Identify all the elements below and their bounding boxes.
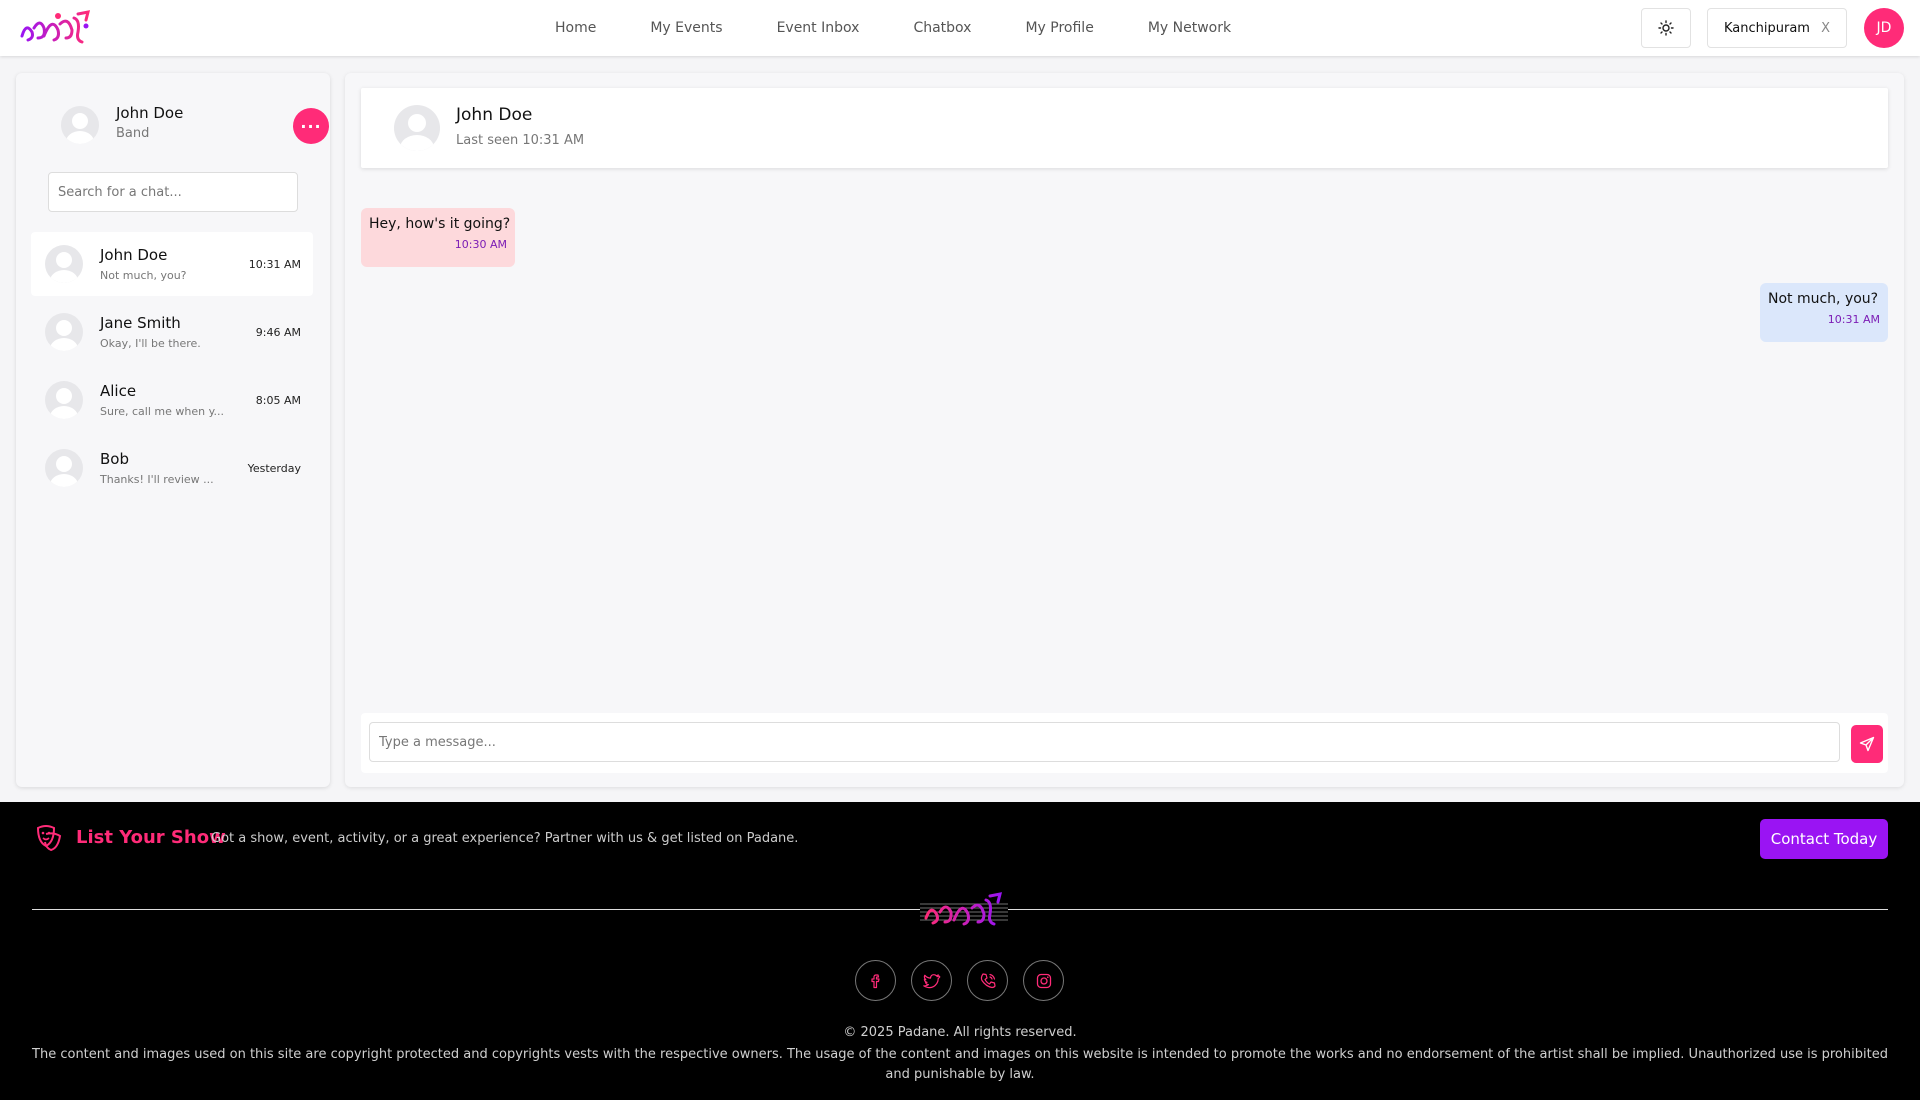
conversation-panel: John Doe Last seen 10:31 AM Hey, how's i…	[345, 73, 1904, 787]
nav-home[interactable]: Home	[528, 20, 623, 36]
avatar	[45, 245, 83, 283]
facebook-icon	[870, 973, 880, 988]
instagram-link[interactable]	[1023, 960, 1064, 1001]
theme-toggle-button[interactable]	[1641, 8, 1691, 48]
chat-item-jane-smith[interactable]: Jane Smith Okay, I'll be there. 9:46 AM	[31, 300, 313, 364]
twitter-link[interactable]	[911, 960, 952, 1001]
footer-logo	[920, 892, 1008, 926]
chat-item-time: 8:05 AM	[255, 394, 301, 407]
current-user-row: John Doe Band ···	[44, 102, 329, 150]
avatar	[394, 105, 440, 151]
chat-item-preview: Thanks! I'll review ...	[100, 473, 214, 486]
nav-chatbox[interactable]: Chatbox	[886, 20, 998, 36]
social-links	[855, 960, 1064, 1001]
phone-icon	[980, 972, 996, 988]
chat-item-time: 10:31 AM	[248, 258, 301, 271]
conversation-header: John Doe Last seen 10:31 AM	[361, 88, 1888, 168]
facebook-link[interactable]	[855, 960, 896, 1001]
conversation-contact-name: John Doe	[456, 105, 533, 125]
chat-sidebar: John Doe Band ··· John Doe Not much, you…	[16, 73, 330, 787]
chat-item-time: Yesterday	[247, 462, 301, 475]
location-clear-button[interactable]: X	[1821, 21, 1830, 36]
footer-divider	[32, 909, 920, 910]
message-text: Hey, how's it going?	[369, 216, 511, 232]
chat-item-time: 9:46 AM	[255, 326, 301, 339]
chat-item-preview: Sure, call me when y...	[100, 405, 225, 418]
twitter-icon	[922, 973, 940, 988]
chat-item-name: Alice	[100, 382, 137, 400]
footer-divider	[1008, 909, 1888, 910]
current-user-name: John Doe	[116, 104, 184, 122]
send-button[interactable]	[1851, 725, 1883, 763]
copyright-text: © 2025 Padane. All rights reserved.	[843, 1025, 1077, 1040]
padane-logo[interactable]	[18, 6, 94, 50]
message-time: 10:30 AM	[454, 238, 507, 251]
location-name: Kanchipuram	[1724, 20, 1810, 36]
contact-today-button[interactable]: Contact Today	[1760, 819, 1888, 859]
chat-item-preview: Not much, you?	[100, 269, 187, 282]
location-chip[interactable]: Kanchipuram X	[1707, 8, 1847, 48]
disclaimer-text: The content and images used on this site…	[32, 1047, 1888, 1082]
message-text: Not much, you?	[1768, 291, 1879, 307]
last-seen-status: Last seen 10:31 AM	[456, 133, 585, 148]
message-composer	[361, 713, 1888, 773]
chat-item-alice[interactable]: Alice Sure, call me when y... 8:05 AM	[31, 368, 313, 432]
main-nav: Home My Events Event Inbox Chatbox My Pr…	[528, 0, 1258, 56]
avatar	[45, 313, 83, 351]
phone-link[interactable]	[967, 960, 1008, 1001]
chat-item-name: Bob	[100, 450, 129, 468]
avatar	[45, 449, 83, 487]
current-user-role: Band	[116, 126, 150, 141]
message-incoming: Hey, how's it going? 10:30 AM	[361, 208, 515, 267]
chat-item-bob[interactable]: Bob Thanks! I'll review ... Yesterday	[31, 436, 313, 500]
avatar	[61, 106, 99, 144]
instagram-icon	[1036, 973, 1051, 988]
message-outgoing: Not much, you? 10:31 AM	[1760, 283, 1888, 342]
nav-my-network[interactable]: My Network	[1121, 20, 1258, 36]
list-your-show-description: Got a show, event, activity, or a great …	[211, 831, 799, 846]
nav-event-inbox[interactable]: Event Inbox	[750, 20, 887, 36]
message-time: 10:31 AM	[1827, 313, 1880, 326]
ellipsis-icon: ···	[300, 116, 322, 136]
theater-masks-icon	[36, 825, 62, 852]
sun-icon	[1658, 20, 1674, 36]
chat-item-name: Jane Smith	[100, 314, 181, 332]
chat-list: John Doe Not much, you? 10:31 AM Jane Sm…	[31, 232, 313, 504]
message-input[interactable]	[369, 722, 1840, 762]
nav-my-events[interactable]: My Events	[623, 20, 749, 36]
more-options-button[interactable]: ···	[293, 108, 329, 144]
send-icon	[1859, 736, 1875, 752]
nav-my-profile[interactable]: My Profile	[998, 20, 1120, 36]
chat-search-input[interactable]	[48, 172, 298, 212]
chat-item-preview: Okay, I'll be there.	[100, 337, 201, 350]
chat-item-name: John Doe	[100, 246, 168, 264]
user-avatar[interactable]: JD	[1864, 8, 1904, 48]
avatar	[45, 381, 83, 419]
site-footer: List Your Show Got a show, event, activi…	[0, 802, 1920, 1100]
chat-item-john-doe[interactable]: John Doe Not much, you? 10:31 AM	[31, 232, 313, 296]
top-navbar: Home My Events Event Inbox Chatbox My Pr…	[0, 0, 1920, 56]
list-your-show-title: List Your Show	[76, 827, 226, 848]
